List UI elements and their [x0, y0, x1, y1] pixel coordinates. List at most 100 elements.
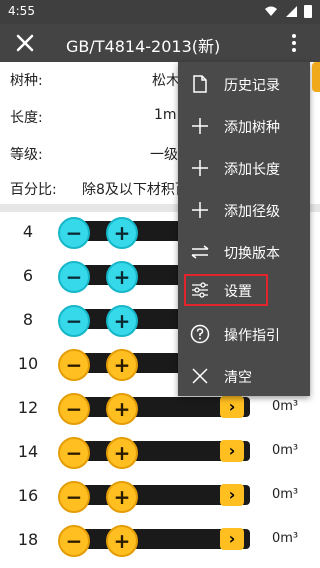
length-value[interactable]: 1m	[154, 107, 177, 123]
document-icon	[193, 75, 207, 93]
chevron-right-icon: ›	[228, 529, 236, 548]
diameter-label: 4	[22, 222, 34, 241]
help-icon	[190, 324, 210, 344]
minus-icon: −	[65, 529, 83, 553]
minus-button[interactable]: −	[58, 217, 90, 249]
menu-item-label: 操作指引	[224, 328, 280, 344]
battery-icon	[304, 5, 312, 18]
minus-button[interactable]: −	[58, 525, 90, 557]
volume-value: 0m³	[272, 531, 299, 546]
percent-value[interactable]: 除8及以下材积百	[82, 179, 189, 199]
menu-item-settings[interactable]: 设置	[184, 274, 268, 306]
status-bar: 4:55	[0, 0, 320, 24]
minus-button[interactable]: −	[58, 393, 90, 425]
minus-button[interactable]: −	[58, 305, 90, 337]
species-value[interactable]: 松木	[152, 70, 180, 90]
diameter-label: 12	[17, 398, 39, 417]
diameter-label: 16	[17, 486, 39, 505]
close-icon	[192, 368, 208, 384]
minus-icon: −	[65, 397, 83, 421]
menu-item-label: 设置	[224, 284, 252, 300]
menu-item-label: 清空	[224, 370, 252, 386]
grade-label: 等级:	[10, 147, 43, 163]
quantity-stepper: − + ›	[54, 479, 250, 513]
plus-button[interactable]: +	[106, 349, 138, 381]
diameter-label: 6	[22, 266, 34, 285]
grade-value[interactable]: 一级	[150, 144, 178, 164]
plus-icon	[192, 160, 208, 176]
plus-button[interactable]: +	[106, 437, 138, 469]
menu-item-switch-version[interactable]: 切换版本	[178, 232, 310, 272]
page-title: GB/T4814-2013(新)	[66, 37, 221, 56]
plus-icon: +	[113, 529, 131, 553]
signal-icon	[286, 6, 297, 17]
plus-button[interactable]: +	[106, 305, 138, 337]
diameter-label: 10	[17, 354, 39, 373]
plus-icon: +	[113, 397, 131, 421]
overflow-menu: 历史记录 添加树种 添加长度 添加径级 切换版本 设置 操作指引 清空	[178, 62, 310, 396]
plus-icon: +	[113, 485, 131, 509]
minus-icon: −	[65, 309, 83, 333]
menu-item-label: 历史记录	[224, 78, 280, 94]
minus-icon: −	[65, 353, 83, 377]
swap-icon	[191, 245, 209, 259]
diameter-row: 14 − + › 0m³	[0, 430, 320, 474]
diameter-label: 18	[17, 530, 39, 549]
menu-item-history[interactable]: 历史记录	[178, 64, 310, 104]
diameter-row: 16 − + › 0m³	[0, 474, 320, 518]
plus-icon	[192, 202, 208, 218]
plus-button[interactable]: +	[106, 261, 138, 293]
minus-button[interactable]: −	[58, 481, 90, 513]
more-vert-icon[interactable]	[282, 31, 306, 55]
volume-value: 0m³	[272, 443, 299, 458]
menu-item-label: 切换版本	[224, 246, 280, 262]
expand-button[interactable]: ›	[220, 484, 244, 506]
menu-item-label: 添加长度	[224, 162, 280, 178]
wifi-icon	[265, 6, 277, 16]
plus-button[interactable]: +	[106, 393, 138, 425]
menu-item-label: 添加径级	[224, 204, 280, 220]
minus-icon: −	[65, 485, 83, 509]
menu-item-clear[interactable]: 清空	[178, 356, 310, 396]
percent-label: 百分比:	[10, 182, 57, 198]
quantity-stepper: − + ›	[54, 435, 250, 469]
chevron-right-icon: ›	[228, 485, 236, 504]
minus-button[interactable]: −	[58, 349, 90, 381]
plus-icon: +	[113, 221, 131, 245]
menu-item-add-species[interactable]: 添加树种	[178, 106, 310, 146]
plus-icon	[192, 118, 208, 134]
menu-item-add-diameter[interactable]: 添加径级	[178, 190, 310, 230]
menu-item-guide[interactable]: 操作指引	[178, 314, 310, 354]
menu-item-label: 添加树种	[224, 120, 280, 136]
plus-icon: +	[113, 441, 131, 465]
quantity-stepper: − + ›	[54, 523, 250, 557]
status-time: 4:55	[8, 4, 35, 18]
diameter-row: 18 − + › 0m³	[0, 518, 320, 562]
app-bar: GB/T4814-2013(新)	[0, 24, 320, 62]
minus-icon: −	[65, 265, 83, 289]
volume-value: 0m³	[272, 487, 299, 502]
plus-button[interactable]: +	[106, 481, 138, 513]
chevron-right-icon: ›	[228, 397, 236, 416]
menu-item-add-length[interactable]: 添加长度	[178, 148, 310, 188]
volume-value: 0m³	[272, 399, 299, 414]
plus-icon: +	[113, 309, 131, 333]
species-label: 树种:	[10, 73, 43, 89]
plus-button[interactable]: +	[106, 217, 138, 249]
minus-button[interactable]: −	[58, 437, 90, 469]
expand-button[interactable]: ›	[220, 396, 244, 418]
diameter-label: 8	[22, 310, 34, 329]
expand-button[interactable]: ›	[220, 528, 244, 550]
length-label: 长度:	[10, 110, 43, 126]
plus-button[interactable]: +	[106, 525, 138, 557]
close-icon[interactable]	[12, 30, 38, 56]
chevron-right-icon: ›	[228, 441, 236, 460]
minus-icon: −	[65, 221, 83, 245]
minus-icon: −	[65, 441, 83, 465]
diameter-label: 14	[17, 442, 39, 461]
sliders-icon	[192, 282, 208, 298]
minus-button[interactable]: −	[58, 261, 90, 293]
expand-button[interactable]: ›	[220, 440, 244, 462]
side-pull-tab[interactable]	[312, 62, 320, 92]
plus-icon: +	[113, 265, 131, 289]
